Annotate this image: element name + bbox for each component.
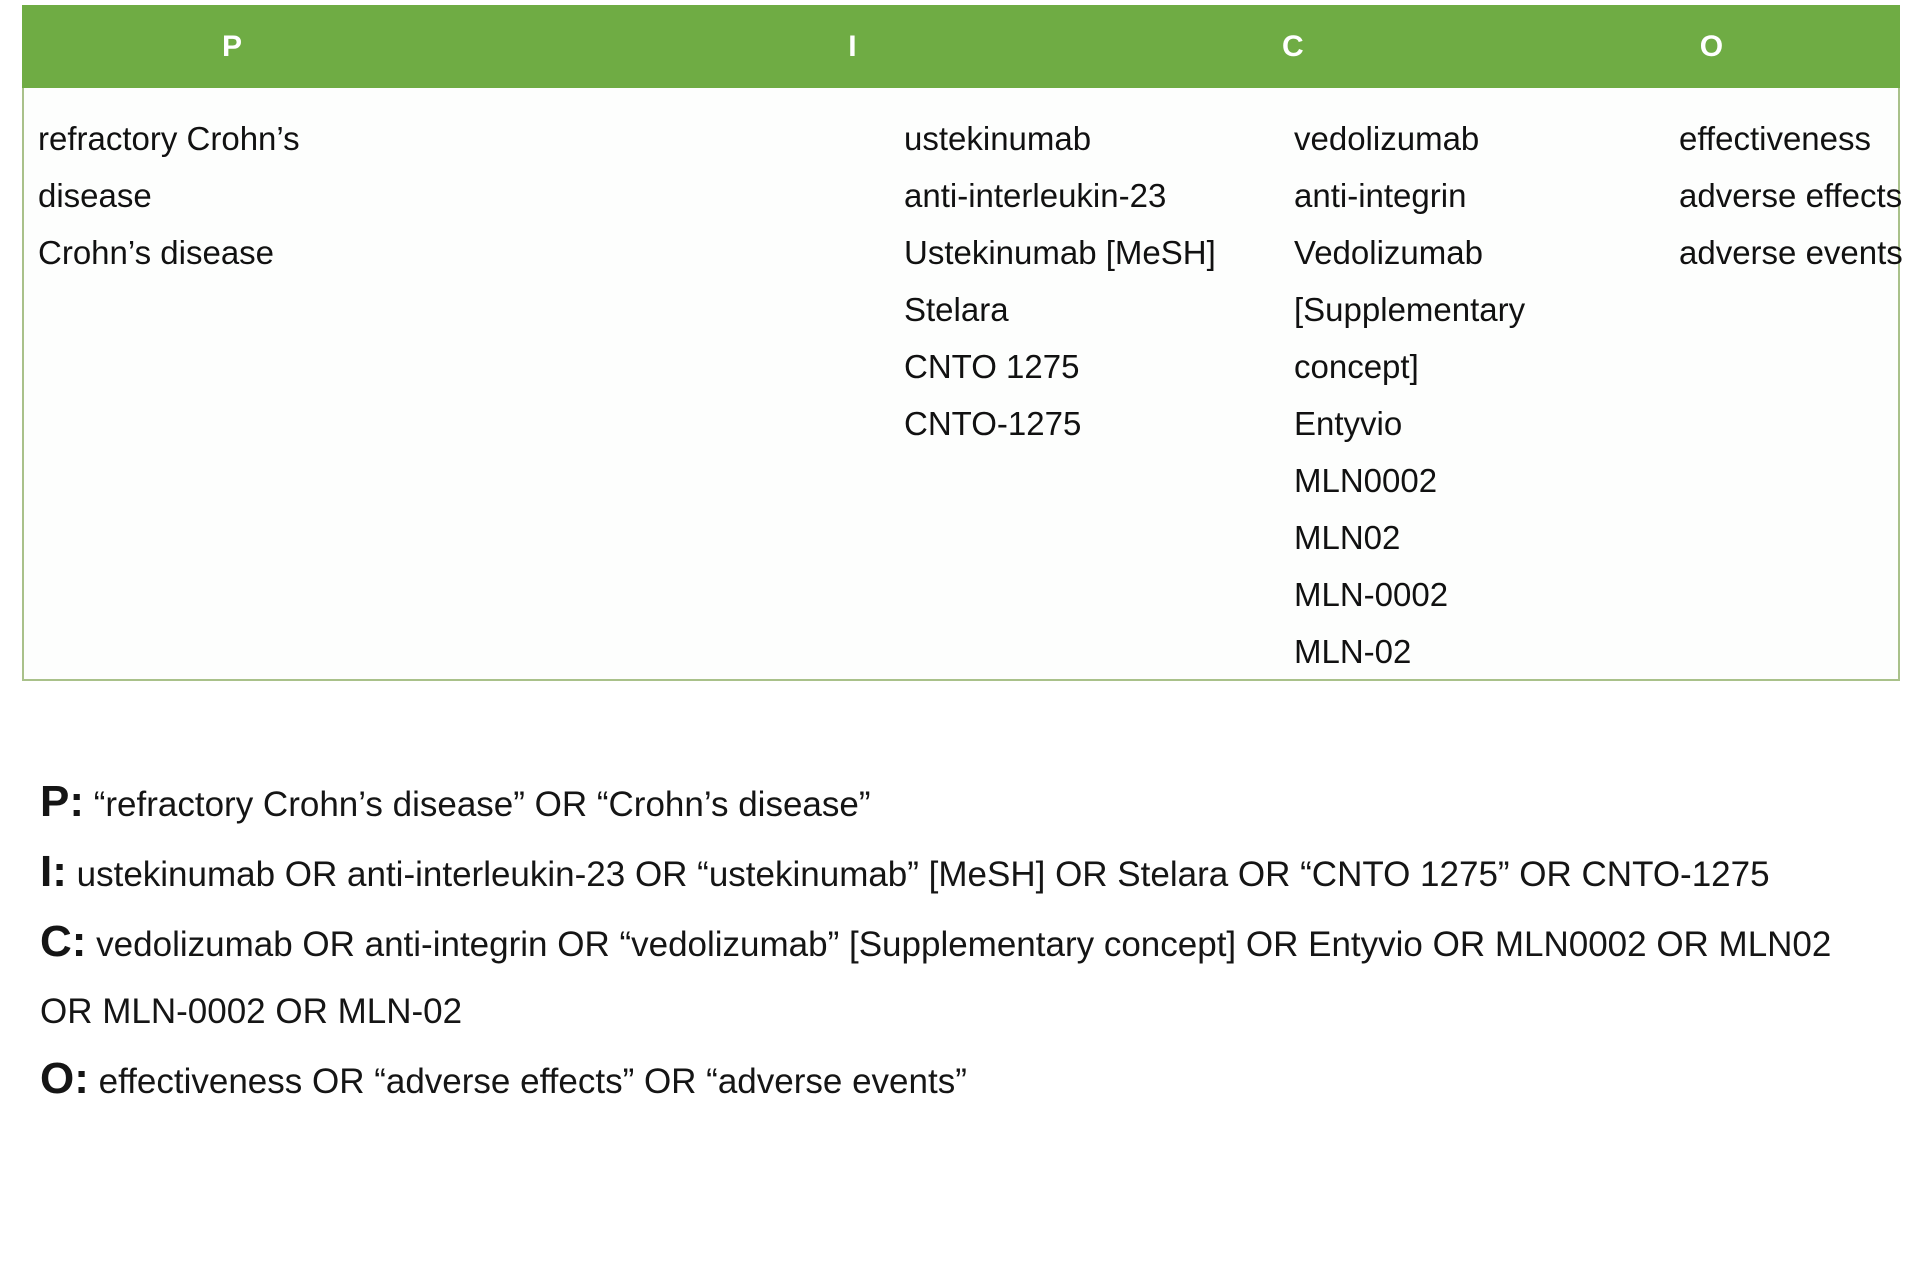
term-item: MLN-0002: [1294, 576, 1449, 613]
term-item: disease: [38, 177, 152, 214]
term-item: adverse events: [1679, 234, 1903, 271]
query-text-o: effectiveness OR “adverse effects” OR “a…: [98, 1062, 967, 1101]
term-item: Crohn’s disease: [38, 234, 275, 271]
column-header-c-label: C: [1282, 29, 1305, 63]
term-item: Ustekinumab [MeSH]: [904, 234, 1216, 271]
term-item: MLN0002: [1294, 462, 1438, 499]
term-item: refractory Crohn’s: [38, 120, 300, 157]
query-prefix-c: C:: [40, 917, 87, 966]
term-item: concept]: [1294, 348, 1419, 385]
pico-table-body-row: refractory Crohn’s disease Crohn’s disea…: [22, 88, 1903, 681]
term-item: adverse effects: [1679, 177, 1903, 214]
term-item: anti-interleukin-23: [904, 177, 1167, 214]
term-item: MLN02: [1294, 519, 1401, 556]
column-header-p-label: P: [221, 29, 243, 63]
term-item: effectiveness: [1679, 120, 1872, 157]
term-item: anti-integrin: [1294, 177, 1467, 214]
column-header-o: O: [1503, 5, 1900, 88]
column-header-c: C: [1063, 5, 1503, 88]
query-line-i: I: ustekinumab OR anti-interleukin-23 OR…: [40, 838, 1880, 908]
query-prefix-p: P:: [40, 777, 84, 826]
column-header-p: P: [22, 5, 532, 88]
column-header-i-label: I: [848, 29, 858, 63]
column-cell-o: effectiveness adverse effects adverse ev…: [1464, 88, 1903, 679]
term-item: ustekinumab: [904, 120, 1092, 157]
term-item: CNTO-1275: [904, 405, 1082, 442]
term-item: vedolizumab: [1294, 120, 1480, 157]
term-item: Stelara: [904, 291, 1009, 328]
column-cell-p: refractory Crohn’s disease Crohn’s disea…: [24, 88, 504, 679]
query-text-i-line2: “CNTO 1275” OR CNTO-1275: [1300, 855, 1770, 894]
query-line-o: O: effectiveness OR “adverse effects” OR…: [40, 1045, 1880, 1115]
column-header-o-label: O: [1699, 29, 1724, 63]
column-cell-c: vedolizumab anti-integrin Vedolizumab [S…: [984, 88, 1526, 679]
pico-table-header-row: P I C O: [22, 5, 1900, 88]
term-item: Entyvio: [1294, 405, 1403, 442]
column-header-i: I: [532, 5, 1062, 88]
query-text-i-line1: ustekinumab OR anti-interleukin-23 OR “u…: [76, 855, 1291, 894]
pico-table: P I C O refractory Crohn’s disease Crohn…: [22, 5, 1903, 681]
term-item: MLN-02: [1294, 633, 1412, 670]
query-prefix-i: I:: [40, 847, 67, 896]
search-strategy-block: P: “refractory Crohn’s disease” OR “Croh…: [40, 768, 1880, 1115]
term-item: Vedolizumab: [1294, 234, 1483, 271]
query-prefix-o: O:: [40, 1054, 89, 1103]
term-item: CNTO 1275: [904, 348, 1080, 385]
query-text-c-line1: vedolizumab OR anti-integrin OR “vedoliz…: [96, 925, 1299, 964]
query-line-p: P: “refractory Crohn’s disease” OR “Croh…: [40, 768, 1880, 838]
column-cell-i: ustekinumab anti-interleukin-23 Ustekinu…: [504, 88, 1216, 679]
query-line-c: C: vedolizumab OR anti-integrin OR “vedo…: [40, 908, 1880, 1045]
query-text-p: “refractory Crohn’s disease” OR “Crohn’s…: [93, 785, 871, 824]
term-item: [Supplementary: [1294, 291, 1526, 328]
